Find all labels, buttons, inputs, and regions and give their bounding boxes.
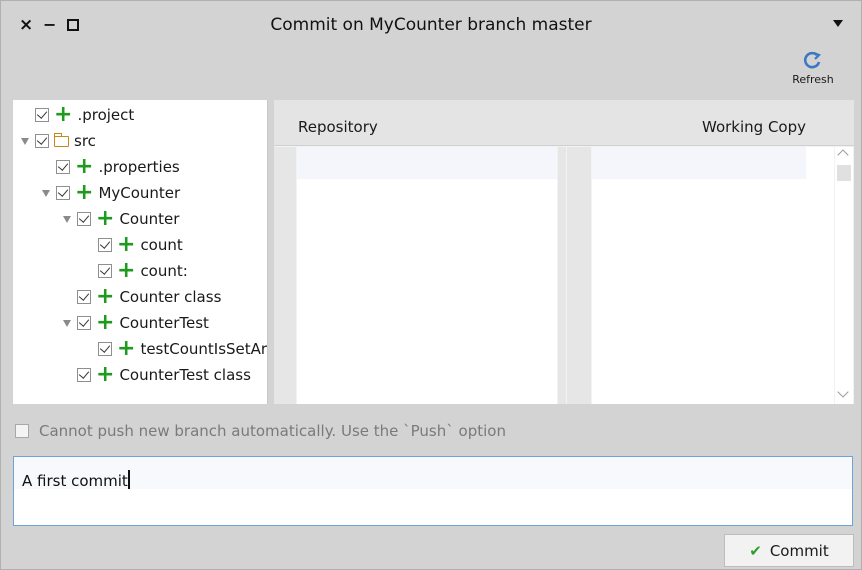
tree-item-checkbox[interactable] [77,212,91,226]
plus-icon: + [117,336,136,361]
refresh-label: Refresh [792,73,834,86]
tree-item-label: MyCounter [98,184,181,202]
tree-item[interactable]: + testCountIsSetAr [98,336,267,362]
tree-item[interactable]: + Counter [63,206,179,232]
expand-arrow-icon[interactable] [21,137,29,145]
tree-item-checkbox[interactable] [98,264,112,278]
repository-pane[interactable] [297,147,557,404]
tree-item[interactable]: + Counter class [77,284,221,310]
tree-item-label: .properties [98,158,180,176]
working-copy-line-gutter [567,147,591,404]
message-current-line [14,457,852,489]
tree-item-label: count: [140,262,188,280]
commit-message-input[interactable]: A first commit [13,456,853,526]
push-option-row: Cannot push new branch automatically. Us… [15,422,506,440]
tree-item-checkbox[interactable] [77,316,91,330]
expand-arrow-icon[interactable] [42,189,50,197]
tree-item-checkbox[interactable] [35,134,49,148]
repository-column-header: Repository [298,118,378,136]
tree-item-label: .project [77,106,135,124]
diff-header: Repository Working Copy [274,100,854,146]
refresh-icon [804,51,821,69]
check-icon: ✔ [749,541,762,560]
tree-item-checkbox[interactable] [77,368,91,382]
tree-item-checkbox[interactable] [56,186,70,200]
repository-current-line [297,147,557,179]
plus-icon: + [75,154,94,179]
refresh-button[interactable]: Refresh [791,51,835,86]
text-cursor [127,470,130,489]
tree-item-label: src [74,132,96,150]
commit-button-label: Commit [769,541,829,560]
working-copy-column-header: Working Copy [702,118,806,136]
tree-item-checkbox[interactable] [98,238,112,252]
tree-item-checkbox[interactable] [56,160,70,174]
commit-message-text: A first commit [22,470,130,490]
tree-item[interactable]: + count [98,232,183,258]
plus-icon: + [96,284,115,309]
tree-item[interactable]: + .project [35,102,134,128]
plus-icon: + [117,232,136,257]
diff-panel: Repository Working Copy [274,100,854,404]
tree-item-label: count [140,236,183,254]
working-copy-current-line [592,147,806,179]
window-menu-icon[interactable] [833,20,843,27]
tree-item-label: CounterTest class [119,366,251,384]
folder-icon [53,132,69,147]
commit-window: × − Commit on MyCounter branch master Re… [0,0,862,570]
tree-item[interactable]: src [21,128,96,154]
window-title: Commit on MyCounter branch master [270,15,592,35]
plus-icon: + [96,206,115,231]
tree-item[interactable]: + MyCounter [42,180,180,206]
plus-icon: + [75,180,94,205]
tree-item-label: Counter class [119,288,222,306]
working-copy-scrollbar[interactable] [835,147,853,404]
push-checkbox[interactable] [15,424,29,438]
expand-arrow-icon[interactable] [63,215,71,223]
tree-item-checkbox[interactable] [35,108,49,122]
expand-arrow-icon[interactable] [63,319,71,327]
tree-item-label: Counter [119,210,180,228]
tree-item[interactable]: + CounterTest class [77,362,251,388]
plus-icon: + [54,102,73,127]
tree-item[interactable]: + CounterTest [63,310,209,336]
working-copy-pane[interactable] [592,147,834,404]
plus-icon: + [96,362,115,387]
scroll-up-icon[interactable] [837,149,849,161]
tree-item-label: testCountIsSetAr [140,340,268,358]
scrollbar-thumb[interactable] [837,165,851,181]
commit-message-value: A first commit [22,472,128,490]
plus-icon: + [96,310,115,335]
plus-icon: + [117,258,136,283]
tree-item-checkbox[interactable] [77,290,91,304]
commit-button[interactable]: ✔ Commit [724,534,854,567]
scroll-down-icon[interactable] [837,386,849,398]
diff-separator [558,147,566,404]
tree-item[interactable]: + .properties [56,154,180,180]
tree-item-checkbox[interactable] [98,342,112,356]
tree-item[interactable]: + count: [98,258,188,284]
push-option-label: Cannot push new branch automatically. Us… [39,422,506,440]
repository-line-gutter [274,147,296,404]
changes-tree[interactable]: + .project src + .properties + MyCounter + Count… [13,100,268,404]
tree-item-label: CounterTest [119,314,209,332]
title-bar: × − Commit on MyCounter branch master [1,1,861,49]
